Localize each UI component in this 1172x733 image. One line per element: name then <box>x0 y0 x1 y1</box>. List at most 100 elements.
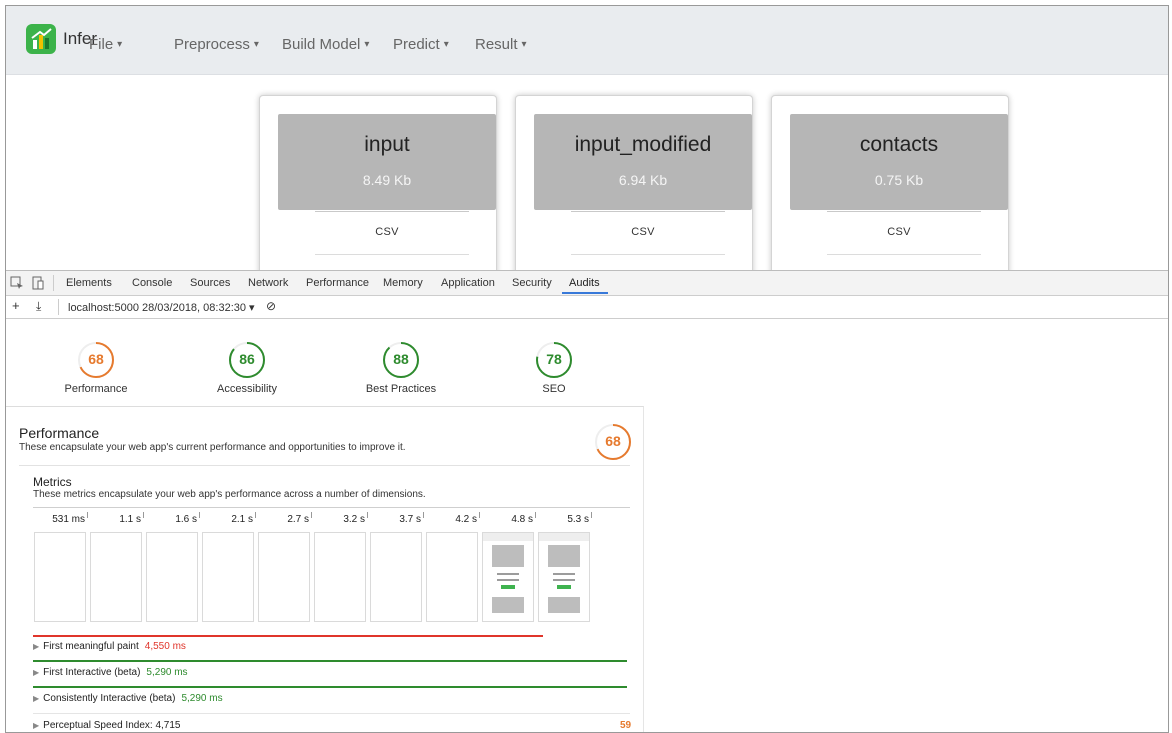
expand-triangle-icon: ▶ <box>33 721 40 730</box>
tab-security[interactable]: Security <box>512 277 552 289</box>
frame-thumbnail-part <box>553 579 575 581</box>
menu-preprocess[interactable]: Preprocess ▾ <box>174 36 259 53</box>
dataset-name: input <box>364 133 410 156</box>
metric-score: 59 <box>620 720 632 731</box>
frame-thumbnail-part <box>492 545 524 567</box>
dataset-size: 6.94 Kb <box>618 172 668 188</box>
score-value: 86 <box>239 351 255 367</box>
download-icon[interactable]: ⤓ <box>36 299 41 314</box>
new-audit-button[interactable]: + <box>12 298 20 313</box>
menu-file-label: File <box>89 36 114 53</box>
metric-row-consistently-interactive[interactable]: ▶ Consistently Interactive (beta) 5,290 ms <box>33 693 223 704</box>
score-label: Accessibility <box>217 383 277 395</box>
metric-label: Consistently Interactive (beta) <box>43 693 176 704</box>
timeline-tick-label: 531 ms <box>52 514 85 525</box>
dataset-thumbnail <box>790 114 1008 210</box>
timeline-tick-label: 5.3 s <box>567 514 589 525</box>
timeline-tick-mark <box>423 512 424 518</box>
metric-row-speed-index[interactable]: ▶ Perceptual Speed Index: 4,715 <box>33 720 180 731</box>
expand-triangle-icon: ▶ <box>33 694 40 703</box>
metric-value: 4,550 ms <box>144 641 186 652</box>
chevron-down-icon: ▾ <box>443 39 449 50</box>
score-value: 88 <box>393 351 409 367</box>
frame-thumbnail-part <box>501 585 515 589</box>
toolbar-divider <box>58 299 59 315</box>
tab-sources[interactable]: Sources <box>190 277 230 289</box>
tab-network[interactable]: Network <box>248 277 288 289</box>
filmstrip-frame <box>370 532 422 622</box>
metrics-title: Metrics <box>33 475 72 489</box>
score-gauge-accessibility[interactable]: 86 <box>228 341 266 379</box>
filmstrip-frame <box>146 532 198 622</box>
timeline-tick-label: 2.1 s <box>231 514 253 525</box>
divider <box>33 713 630 714</box>
infer-logo-icon[interactable] <box>26 24 56 54</box>
metric-value: 5,290 ms <box>146 667 188 678</box>
device-toolbar-icon[interactable] <box>31 276 45 290</box>
frame-thumbnail-part <box>492 597 524 613</box>
timeline-tick-label: 4.8 s <box>511 514 533 525</box>
dataset-card[interactable]: input_modified 6.94 Kb CSV <box>515 95 753 276</box>
timeline-tick-label: 4.2 s <box>455 514 477 525</box>
chevron-down-icon: ▾ <box>364 39 370 50</box>
tab-performance[interactable]: Performance <box>306 277 369 289</box>
metrics-description: These metrics encapsulate your web app's… <box>33 489 426 500</box>
app-navbar: Infer File ▾ Preprocess ▾ Build Model ▾ Pre… <box>6 6 1168 75</box>
divider <box>19 465 630 466</box>
score-label: Best Practices <box>365 383 437 395</box>
dataset-name: input_modified <box>574 133 712 156</box>
score-gauge-seo[interactable]: 78 <box>535 341 573 379</box>
chevron-down-icon: ▾ <box>117 39 123 50</box>
timeline-tick-mark <box>311 512 312 518</box>
menu-predict[interactable]: Predict ▾ <box>393 36 449 53</box>
dataset-card[interactable]: contacts 0.75 Kb CSV <box>771 95 1009 276</box>
tab-memory[interactable]: Memory <box>383 277 423 289</box>
metric-row-fmp[interactable]: ▶ First meaningful paint 4,550 ms <box>33 641 186 652</box>
divider <box>315 254 469 255</box>
dataset-thumbnail <box>278 114 496 210</box>
tab-console[interactable]: Console <box>132 277 172 289</box>
divider <box>571 254 725 255</box>
metric-value: 5,290 ms <box>181 693 223 704</box>
menu-result-label: Result <box>475 36 518 53</box>
score-gauge-performance[interactable]: 68 <box>77 341 115 379</box>
section-description: These encapsulate your web app's current… <box>19 442 406 453</box>
score-value: 68 <box>605 433 621 449</box>
menu-preprocess-label: Preprocess <box>174 36 250 53</box>
metric-label: First Interactive (beta) <box>43 667 141 678</box>
dataset-size: 8.49 Kb <box>362 172 412 188</box>
filmstrip-frame <box>90 532 142 622</box>
dataset-card[interactable]: input 8.49 Kb CSV <box>259 95 497 276</box>
menu-result[interactable]: Result ▾ <box>475 36 527 53</box>
filmstrip-frame <box>314 532 366 622</box>
tab-application[interactable]: Application <box>441 277 495 289</box>
chevron-down-icon: ▾ <box>521 39 527 50</box>
score-value: 68 <box>88 351 104 367</box>
score-gauge-best-practices[interactable]: 88 <box>382 341 420 379</box>
menu-file[interactable]: File ▾ <box>89 36 122 53</box>
divider <box>315 211 469 212</box>
tab-elements[interactable]: Elements <box>66 277 112 289</box>
metric-row-first-interactive[interactable]: ▶ First Interactive (beta) 5,290 ms <box>33 667 188 678</box>
metric-label: First meaningful paint <box>43 641 139 652</box>
dataset-type: CSV <box>887 226 911 238</box>
inspect-element-icon[interactable] <box>10 276 24 290</box>
frame-thumbnail-part <box>497 573 519 575</box>
expand-triangle-icon: ▶ <box>33 668 40 677</box>
screenshot-frame: Infer File ▾ Preprocess ▾ Build Model ▾ Pre… <box>5 5 1169 733</box>
timeline-tick-label: 3.2 s <box>343 514 365 525</box>
chevron-down-icon: ▾ <box>253 39 259 50</box>
toolbar-divider <box>53 275 54 291</box>
performance-score-gauge: 68 <box>594 423 632 461</box>
active-tab-indicator <box>562 292 608 294</box>
timeline-tick-label: 3.7 s <box>399 514 421 525</box>
metric-label: Perceptual Speed Index: 4,715 <box>43 720 181 731</box>
menu-build-model[interactable]: Build Model ▾ <box>282 36 369 53</box>
dataset-name: contacts <box>859 133 939 156</box>
tab-audits[interactable]: Audits <box>569 277 600 289</box>
dataset-type: CSV <box>375 226 399 238</box>
report-select[interactable]: localhost:5000 28/03/2018, 08:32:30 ▾ <box>68 301 255 314</box>
score-label: Performance <box>64 383 128 395</box>
timeline-tick-mark <box>479 512 480 518</box>
clear-icon[interactable]: ⊘ <box>266 299 276 313</box>
